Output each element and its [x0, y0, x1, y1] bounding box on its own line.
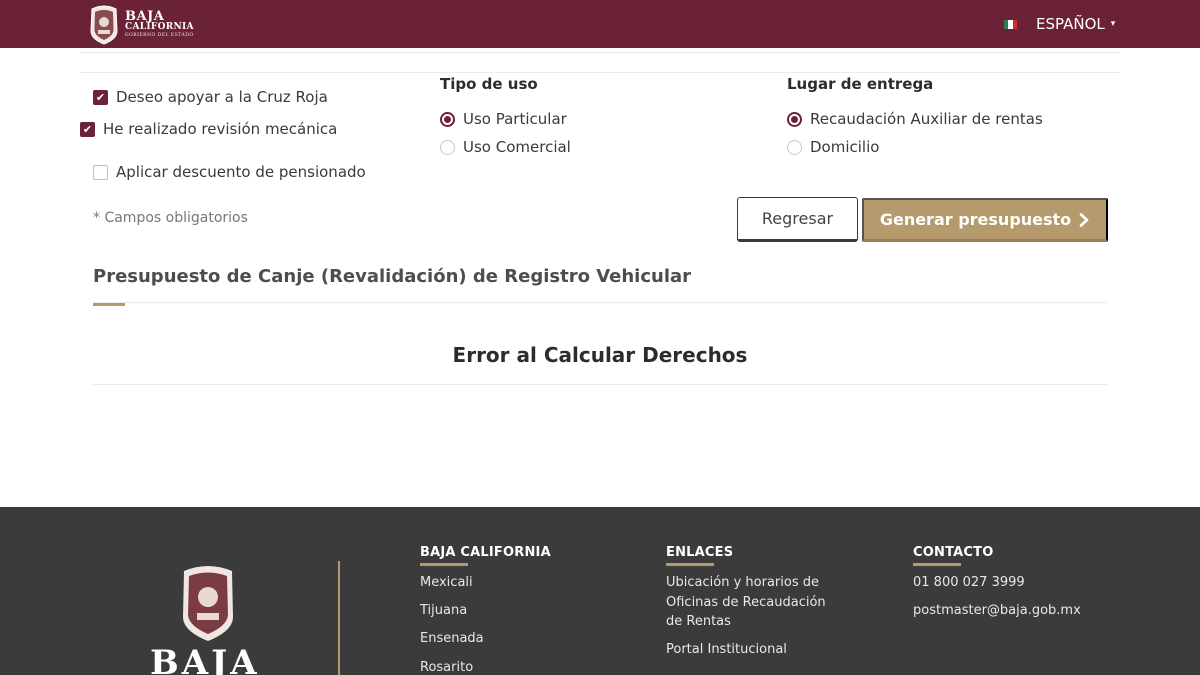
tipo-uso-heading: Tipo de uso — [440, 75, 538, 93]
generar-presupuesto-button[interactable]: Generar presupuesto — [862, 198, 1108, 242]
heading-underline — [666, 563, 714, 566]
heading-underline — [913, 563, 961, 566]
domicilio-radio[interactable]: Domicilio — [787, 138, 879, 156]
cruz-roja-checkbox[interactable]: ✔ Deseo apoyar a la Cruz Roja — [93, 88, 328, 106]
footer-link-oficinas[interactable]: Ubicación y horarios de Oficinas de Reca… — [666, 573, 841, 632]
radio-unselected-icon[interactable] — [440, 139, 455, 155]
checkbox-checked-icon[interactable]: ✔ — [93, 89, 108, 105]
divider — [93, 302, 1108, 303]
chevron-down-icon: ▾ — [1110, 19, 1116, 29]
footer-heading: ENLACES — [666, 545, 734, 560]
language-selector[interactable]: ESPAÑOL ▾ — [1004, 14, 1115, 34]
footer-link-rosarito[interactable]: Rosarito — [420, 658, 473, 675]
footer-link-mexicali[interactable]: Mexicali — [420, 573, 473, 593]
footer-link-tijuana[interactable]: Tijuana — [420, 601, 467, 621]
uso-particular-label: Uso Particular — [463, 110, 567, 128]
logo-line-2: CALIFORNIA — [125, 21, 194, 32]
error-message: Error al Calcular Derechos — [452, 343, 748, 367]
footer-heading: CONTACTO — [913, 545, 994, 560]
footer-email[interactable]: postmaster@baja.gob.mx — [913, 601, 1081, 621]
radio-selected-icon[interactable] — [787, 111, 802, 127]
top-navigation-bar: BAJA CALIFORNIA GOBIERNO DEL ESTADO ESPA… — [0, 0, 1200, 48]
divider — [93, 384, 1108, 385]
regresar-button[interactable]: Regresar — [737, 197, 858, 242]
checkbox-checked-icon[interactable]: ✔ — [80, 121, 95, 137]
site-footer: BAJA BAJA CALIFORNIA Mexicali Tijuana En… — [0, 507, 1200, 675]
uso-comercial-radio[interactable]: Uso Comercial — [440, 138, 571, 156]
required-fields-note: * Campos obligatorios — [93, 210, 248, 226]
footer-column-baja-california: BAJA CALIFORNIA — [420, 545, 551, 566]
footer-link-portal[interactable]: Portal Institucional — [666, 640, 787, 660]
uso-comercial-label: Uso Comercial — [463, 138, 571, 156]
footer-divider — [338, 561, 340, 675]
generar-presupuesto-label: Generar presupuesto — [879, 210, 1072, 229]
budget-title: Presupuesto de Canje (Revalidación) de R… — [93, 266, 692, 287]
recaudacion-radio[interactable]: Recaudación Auxiliar de rentas — [787, 110, 1043, 128]
logo-line-3: GOBIERNO DEL ESTADO — [125, 32, 194, 38]
pensionado-label: Aplicar descuento de pensionado — [116, 163, 366, 181]
baja-california-logo[interactable]: BAJA CALIFORNIA GOBIERNO DEL ESTADO — [88, 3, 194, 45]
pensionado-checkbox[interactable]: Aplicar descuento de pensionado — [93, 163, 366, 181]
divider — [80, 52, 1120, 53]
radio-selected-icon[interactable] — [440, 111, 455, 127]
logo-wordmark: BAJA CALIFORNIA GOBIERNO DEL ESTADO — [125, 10, 194, 39]
chevron-right-icon — [1079, 212, 1089, 227]
footer-heading: BAJA CALIFORNIA — [420, 545, 551, 560]
language-label: ESPAÑOL — [1036, 15, 1105, 33]
cruz-roja-label: Deseo apoyar a la Cruz Roja — [116, 88, 328, 106]
revision-mecanica-checkbox[interactable]: ✔ He realizado revisión mecánica — [80, 120, 337, 138]
coat-of-arms-icon — [183, 566, 233, 641]
footer-logo-text: BAJA — [150, 643, 260, 675]
recaudacion-label: Recaudación Auxiliar de rentas — [810, 110, 1043, 128]
revision-mecanica-label: He realizado revisión mecánica — [103, 120, 338, 138]
radio-unselected-icon[interactable] — [787, 139, 802, 155]
divider — [80, 72, 1120, 73]
domicilio-label: Domicilio — [810, 138, 880, 156]
uso-particular-radio[interactable]: Uso Particular — [440, 110, 567, 128]
checkbox-unchecked-icon[interactable] — [93, 164, 108, 180]
footer-phone[interactable]: 01 800 027 3999 — [913, 573, 1025, 593]
footer-link-ensenada[interactable]: Ensenada — [420, 629, 484, 649]
mexico-flag-icon — [1004, 19, 1017, 29]
logo-line-1: BAJA — [125, 8, 165, 24]
lugar-entrega-heading: Lugar de entrega — [787, 75, 934, 93]
coat-of-arms-icon — [90, 5, 118, 45]
heading-underline — [420, 563, 468, 566]
footer-column-enlaces: ENLACES — [666, 545, 733, 566]
footer-column-contacto: CONTACTO — [913, 545, 993, 566]
